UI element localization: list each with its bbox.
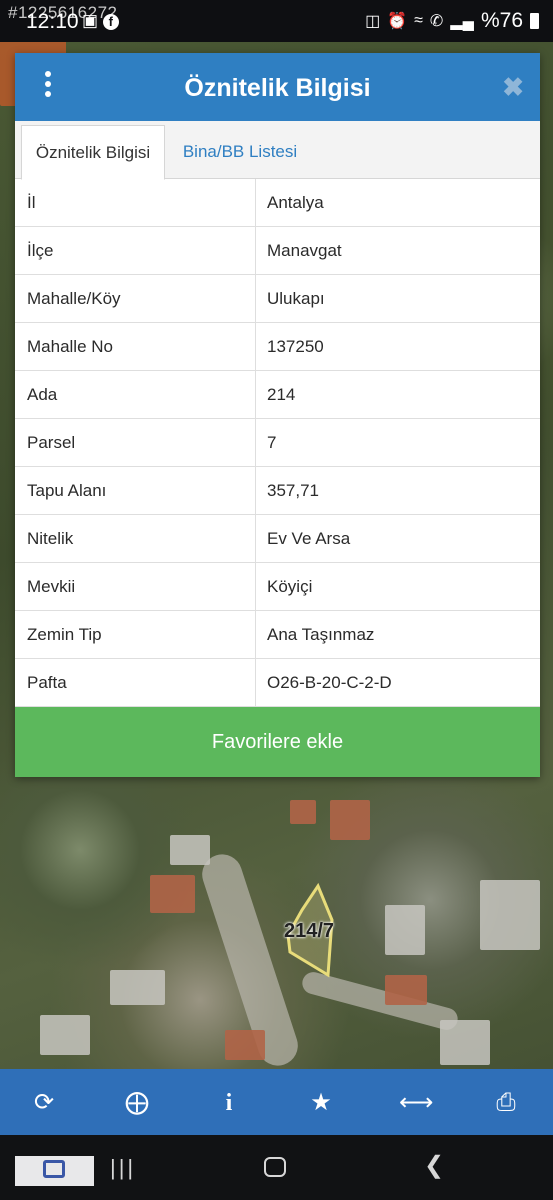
- system-nav-bar: ||| ❮: [0, 1135, 553, 1200]
- refresh-icon[interactable]: ⟳: [29, 1088, 59, 1118]
- attribute-key: Mahalle/Köy: [27, 289, 121, 308]
- dialog-title: Öznitelik Bilgisi: [184, 74, 371, 102]
- table-row: Tapu Alanı 357,71: [15, 467, 540, 515]
- attribute-value: Ana Taşınmaz: [267, 625, 375, 644]
- map-building: [225, 1030, 265, 1060]
- tab-building-list[interactable]: Bina/BB Listesi: [165, 125, 315, 180]
- parcel-label: 214/7: [284, 920, 335, 942]
- battery-saver-icon: ◫: [365, 13, 381, 30]
- dialog-header: Öznitelik Bilgisi ✖: [15, 53, 540, 121]
- map-building: [40, 1015, 90, 1055]
- table-row: Nitelik Ev Ve Arsa: [15, 515, 540, 563]
- tab-bar: Öznitelik Bilgisi Bina/BB Listesi: [15, 121, 540, 180]
- table-row: Parsel 7: [15, 419, 540, 467]
- map-building: [150, 875, 195, 913]
- attribute-value: 357,71: [267, 481, 319, 500]
- alarm-icon: ⏰: [387, 13, 408, 30]
- map-building: [440, 1020, 490, 1065]
- status-right: ◫ ⏰ ≈ ✆ ▂▄ %76: [365, 9, 539, 33]
- attribute-value: 7: [267, 433, 277, 452]
- map-building: [385, 975, 427, 1005]
- attribute-key: Mahalle No: [27, 337, 113, 356]
- battery-icon: [530, 13, 539, 29]
- measure-icon[interactable]: ⟷: [399, 1088, 433, 1118]
- table-row: Pafta O26-B-20-C-2-D: [15, 659, 540, 707]
- map-toolbar: ⟳ ⨁ i ★ ⟷ ⎙: [0, 1069, 553, 1135]
- attribute-key: Ada: [27, 385, 58, 404]
- signal-icon: ▂▄: [450, 13, 474, 30]
- attribute-key: Zemin Tip: [27, 625, 102, 644]
- attribute-value: 214: [267, 385, 296, 404]
- map-building: [290, 800, 316, 824]
- attribute-key: Pafta: [27, 673, 67, 692]
- info-icon[interactable]: i: [214, 1088, 244, 1118]
- attribute-value: 137250: [267, 337, 324, 356]
- status-bar: #1225616272 12:10 ▣ f ◫ ⏰ ≈ ✆ ▂▄ %76: [0, 0, 553, 42]
- table-row: Mevkii Köyiçi: [15, 563, 540, 611]
- attribute-key: Mevkii: [27, 577, 76, 596]
- attribute-value: Ulukapı: [267, 289, 325, 308]
- map-building: [385, 905, 425, 955]
- attribute-key: İlçe: [27, 241, 54, 260]
- attribute-key: Nitelik: [27, 529, 74, 548]
- back-icon[interactable]: ❮: [424, 1151, 444, 1180]
- attribute-table: İl Antalya İlçe Manavgat Mahalle/Köy Ulukapı M…: [15, 179, 540, 707]
- table-row: Zemin Tip Ana Taşınmaz: [15, 611, 540, 659]
- table-row: İl Antalya: [15, 179, 540, 227]
- attribute-key: İl: [27, 193, 36, 212]
- add-favorite-button[interactable]: Favorilere ekle: [15, 707, 540, 777]
- attribute-value: Ev Ve Arsa: [267, 529, 351, 548]
- attribute-value: Köyiçi: [267, 577, 313, 596]
- notification-icons: ▣ f: [82, 11, 119, 31]
- attribute-dialog: Öznitelik Bilgisi ✖ Öznitelik Bilgisi Bi…: [15, 53, 540, 777]
- map-building: [110, 970, 165, 1005]
- map-building: [170, 835, 210, 865]
- home-icon[interactable]: [264, 1157, 286, 1177]
- attribute-key: Tapu Alanı: [27, 481, 107, 500]
- close-icon[interactable]: ✖: [502, 72, 524, 103]
- attribute-value: Manavgat: [267, 241, 342, 260]
- attribute-value: O26-B-20-C-2-D: [267, 673, 392, 692]
- recent-apps-icon[interactable]: |||: [110, 1155, 136, 1181]
- print-icon[interactable]: ⎙: [491, 1088, 521, 1118]
- table-row: Ada 214: [15, 371, 540, 419]
- star-icon[interactable]: ★: [306, 1088, 336, 1118]
- app-logo: [15, 1156, 94, 1186]
- facebook-icon: f: [102, 14, 119, 30]
- table-row: Mahalle/Köy Ulukapı: [15, 275, 540, 323]
- map-building: [480, 880, 540, 950]
- table-row: Mahalle No 137250: [15, 323, 540, 371]
- table-divider: [255, 179, 256, 707]
- battery-percent: %76: [480, 9, 523, 32]
- wifi-icon: ≈: [414, 12, 423, 29]
- tab-attribute-info[interactable]: Öznitelik Bilgisi: [21, 125, 165, 180]
- status-time: 12:10: [26, 10, 79, 33]
- locate-icon[interactable]: ⨁: [122, 1088, 152, 1118]
- wifi-call-icon: ✆: [429, 13, 444, 30]
- map-building: [330, 800, 370, 840]
- gallery-icon: ▣: [82, 11, 99, 30]
- attribute-key: Parsel: [27, 433, 76, 452]
- table-row: İlçe Manavgat: [15, 227, 540, 275]
- attribute-value: Antalya: [267, 193, 324, 212]
